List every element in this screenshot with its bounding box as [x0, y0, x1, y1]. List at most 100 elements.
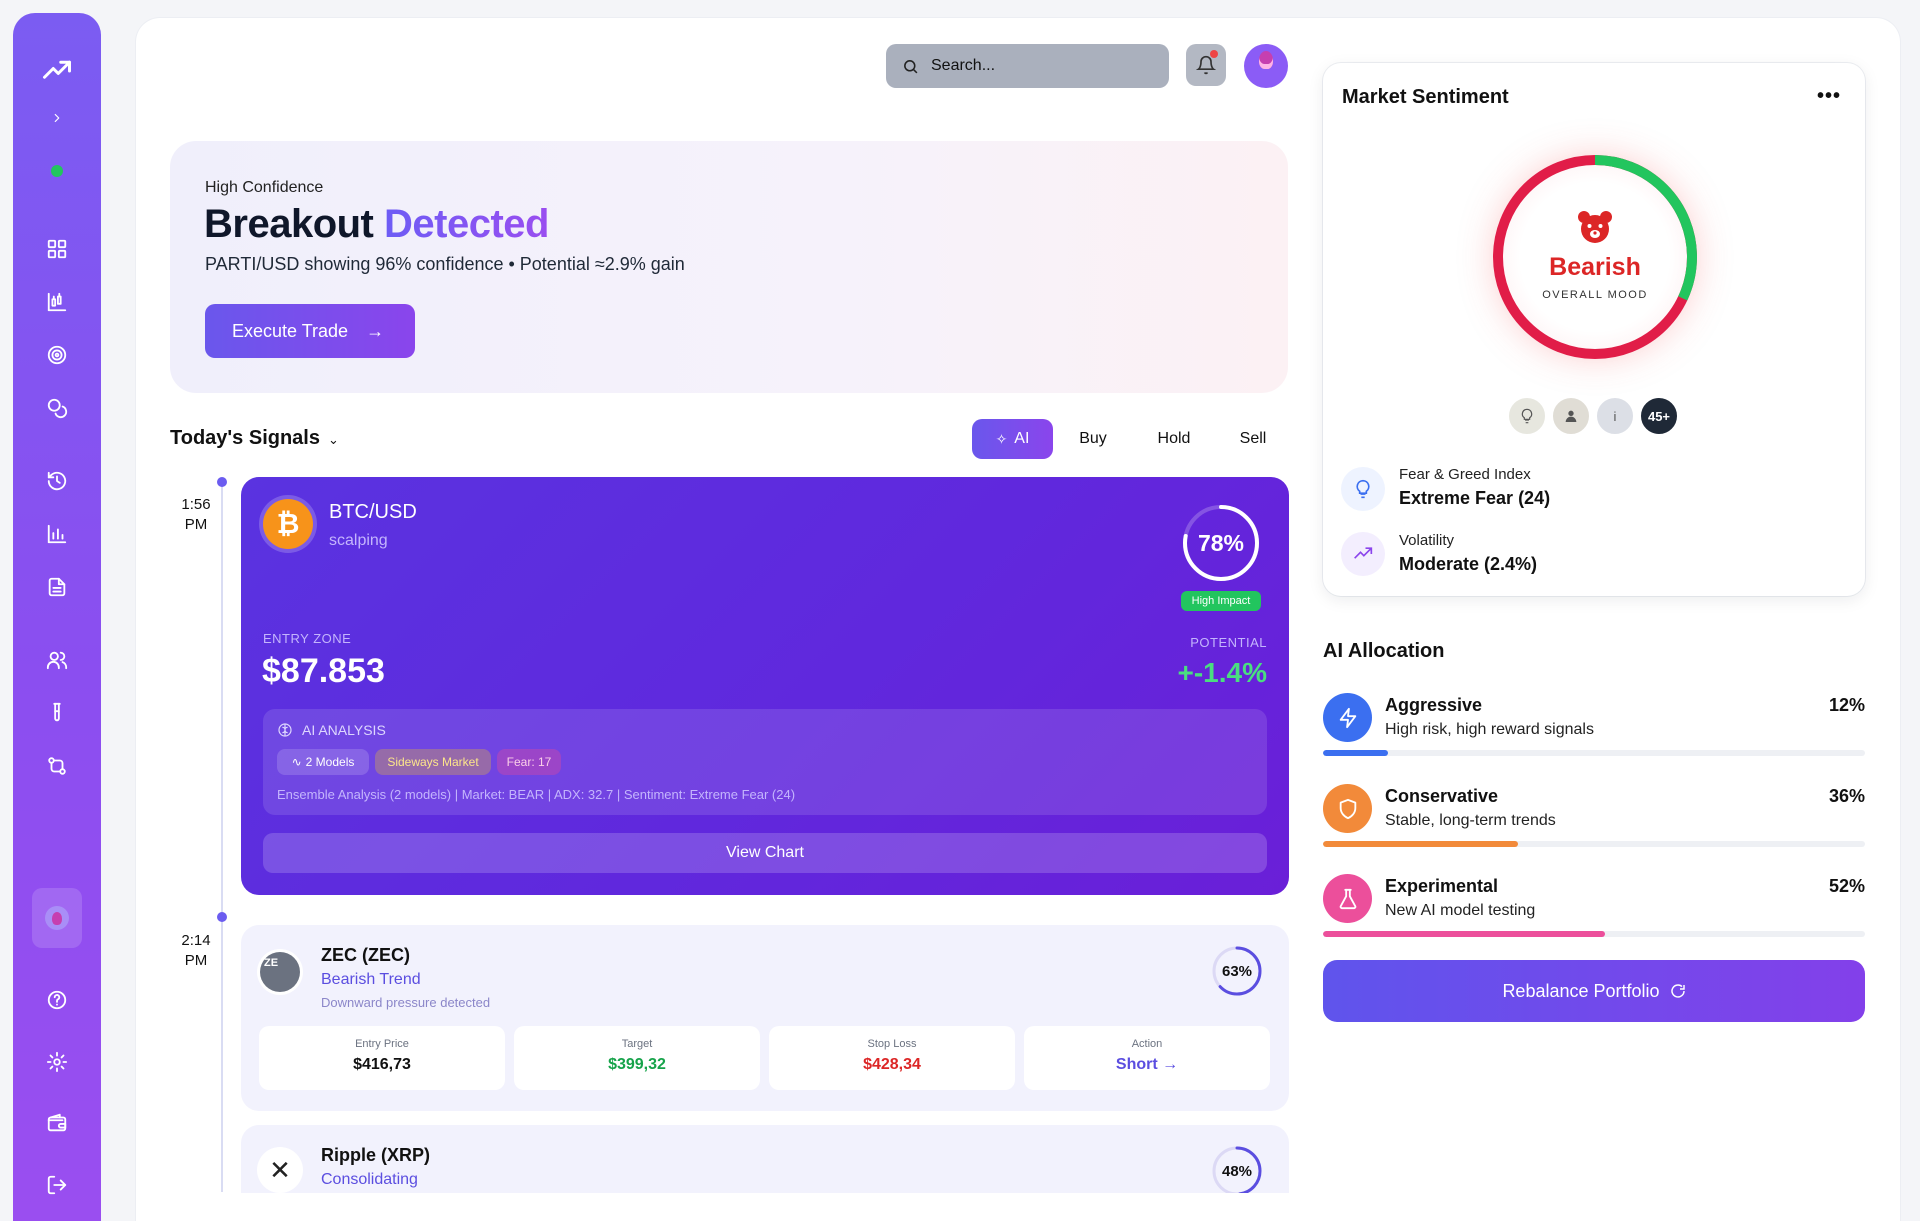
- allocation-desc: High risk, high reward signals: [1385, 721, 1594, 738]
- strategy-label: scalping: [329, 532, 388, 549]
- asset-name: ZEC (ZEC): [321, 945, 410, 965]
- sidebar: [13, 13, 101, 1221]
- chevron-down-icon: ⌄: [327, 432, 339, 447]
- ai-analysis-title: AI ANALYSIS: [277, 722, 386, 738]
- confidence-label: High Confidence: [205, 179, 324, 196]
- zec-signal-card[interactable]: ZE ZEC (ZEC) Bearish Trend Downward pres…: [241, 925, 1289, 1111]
- trend-description: Downward pressure detected: [321, 995, 491, 1010]
- trend-label: Consolidating: [321, 1171, 418, 1188]
- allocation-desc: New AI model testing: [1385, 902, 1536, 919]
- history-icon[interactable]: [37, 461, 77, 501]
- help-icon[interactable]: [37, 980, 77, 1020]
- activity-icon: ∿: [291, 755, 302, 769]
- users-icon[interactable]: [37, 640, 77, 680]
- lightbulb-icon[interactable]: [1507, 396, 1547, 436]
- arrow-right-icon: →: [366, 320, 385, 341]
- btc-signal-card[interactable]: ₿ BTC/USD scalping 78% High Impact ENTRY…: [241, 477, 1289, 895]
- pair-name: BTC/USD: [329, 501, 417, 523]
- entry-zone-label: ENTRY ZONE: [263, 631, 352, 646]
- flask-icon: [1323, 874, 1372, 923]
- dashboard-icon[interactable]: [37, 229, 77, 269]
- ai-allocation-title: AI Allocation: [1323, 640, 1445, 662]
- rebalance-portfolio-button[interactable]: Rebalance Portfolio: [1323, 960, 1865, 1022]
- wallet-icon[interactable]: [37, 1103, 77, 1143]
- entry-price-stat: Entry Price $416,73: [259, 1026, 505, 1090]
- stop-loss-stat: Stop Loss $428,34: [769, 1026, 1015, 1090]
- impact-badge: High Impact: [1181, 591, 1261, 611]
- potential-value: +-1.4%: [1177, 657, 1268, 688]
- git-compare-icon[interactable]: [37, 746, 77, 786]
- ai-analysis-panel: AI ANALYSIS ∿ 2 Models Sideways Market Fe…: [263, 709, 1267, 815]
- banner-title: Breakout Detected: [204, 202, 549, 246]
- signals-title-dropdown[interactable]: Today's Signals ⌄: [170, 427, 339, 450]
- short-action-link: Short →: [1115, 1056, 1179, 1073]
- target-icon[interactable]: [37, 335, 77, 375]
- target-stat: Target $399,32: [514, 1026, 760, 1090]
- confidence-value: 78%: [1197, 529, 1245, 556]
- profile-avatar-icon[interactable]: [37, 898, 77, 938]
- notifications-button[interactable]: [1186, 44, 1226, 86]
- entry-zone-value: $87.853: [262, 652, 385, 690]
- candlestick-chart-icon[interactable]: [37, 282, 77, 322]
- sparkle-icon: ✧: [995, 430, 1008, 447]
- breakout-banner: High Confidence Breakout Detected PARTI/…: [170, 141, 1288, 393]
- allocation-aggressive[interactable]: Aggressive High risk, high reward signal…: [1323, 693, 1865, 763]
- coins-icon[interactable]: [37, 388, 77, 428]
- asset-name: Ripple (XRP): [321, 1145, 431, 1165]
- confidence-value: 63%: [1221, 962, 1253, 980]
- volatility-label: Volatility: [1399, 532, 1455, 549]
- allocation-pct: 12%: [1828, 695, 1865, 715]
- allocation-pct: 36%: [1828, 786, 1865, 806]
- xrp-signal-card[interactable]: ✕ Ripple (XRP) Consolidating 48%: [241, 1125, 1289, 1193]
- timeline-dot: [217, 477, 227, 487]
- more-count-chip[interactable]: 45+: [1639, 396, 1679, 436]
- more-options-icon[interactable]: •••: [1817, 85, 1841, 108]
- volatility-value: Moderate (2.4%): [1399, 554, 1538, 574]
- market-sentiment-card: Market Sentiment ••• Bearish OVERALL MOO…: [1323, 63, 1865, 596]
- test-tube-icon[interactable]: [37, 693, 77, 733]
- fear-greed-value: Extreme Fear (24): [1399, 488, 1551, 508]
- allocation-conservative[interactable]: Conservative Stable, long-term trends 36…: [1323, 784, 1865, 854]
- confidence-value: 48%: [1221, 1162, 1253, 1180]
- tab-ai[interactable]: ✧ AI: [972, 419, 1053, 459]
- refresh-icon: [1670, 984, 1685, 998]
- document-icon[interactable]: [37, 567, 77, 607]
- bar-chart-icon[interactable]: [37, 514, 77, 554]
- expand-chevron-icon[interactable]: [37, 98, 77, 138]
- tab-hold[interactable]: Hold: [1146, 419, 1202, 459]
- allocation-name: Experimental: [1385, 876, 1499, 896]
- user-avatar[interactable]: [1244, 44, 1288, 88]
- action-stat[interactable]: Action Short →: [1024, 1026, 1270, 1090]
- mood-label: Bearish: [1549, 253, 1641, 281]
- timeline-dot: [217, 912, 227, 922]
- brain-icon: [278, 723, 292, 737]
- potential-label: POTENTIAL: [1190, 635, 1267, 650]
- info-chip[interactable]: i: [1595, 396, 1635, 436]
- allocation-bar: [1323, 931, 1865, 937]
- person-icon[interactable]: [1551, 396, 1591, 436]
- view-chart-button[interactable]: View Chart: [263, 833, 1267, 873]
- market-pill: Sideways Market: [375, 749, 491, 775]
- sentiment-title: Market Sentiment: [1342, 86, 1509, 108]
- bear-icon: [1578, 211, 1612, 243]
- settings-gear-icon[interactable]: [37, 1042, 77, 1082]
- banner-subtitle: PARTI/USD showing 96% confidence • Poten…: [205, 254, 685, 274]
- search-placeholder: Search...: [931, 57, 996, 74]
- trending-logo-icon[interactable]: [37, 51, 77, 91]
- search-input[interactable]: Search...: [886, 44, 1169, 88]
- zec-logo: ZE: [257, 949, 303, 995]
- models-pill: ∿ 2 Models: [277, 749, 369, 775]
- tab-sell[interactable]: Sell: [1226, 419, 1280, 459]
- lightning-icon: [1323, 693, 1372, 742]
- search-icon: [904, 59, 918, 73]
- allocation-name: Conservative: [1385, 786, 1499, 806]
- logout-icon[interactable]: [37, 1165, 77, 1205]
- execute-trade-button[interactable]: Execute Trade →: [205, 304, 415, 358]
- mood-sublabel: OVERALL MOOD: [1542, 289, 1648, 301]
- allocation-experimental[interactable]: Experimental New AI model testing 52%: [1323, 874, 1865, 944]
- fear-greed-label: Fear & Greed Index: [1399, 466, 1531, 483]
- analysis-text: Ensemble Analysis (2 models) | Market: B…: [277, 787, 796, 802]
- timeline-line: [221, 482, 223, 1192]
- tab-buy[interactable]: Buy: [1068, 419, 1118, 459]
- online-status-dot: [51, 165, 63, 177]
